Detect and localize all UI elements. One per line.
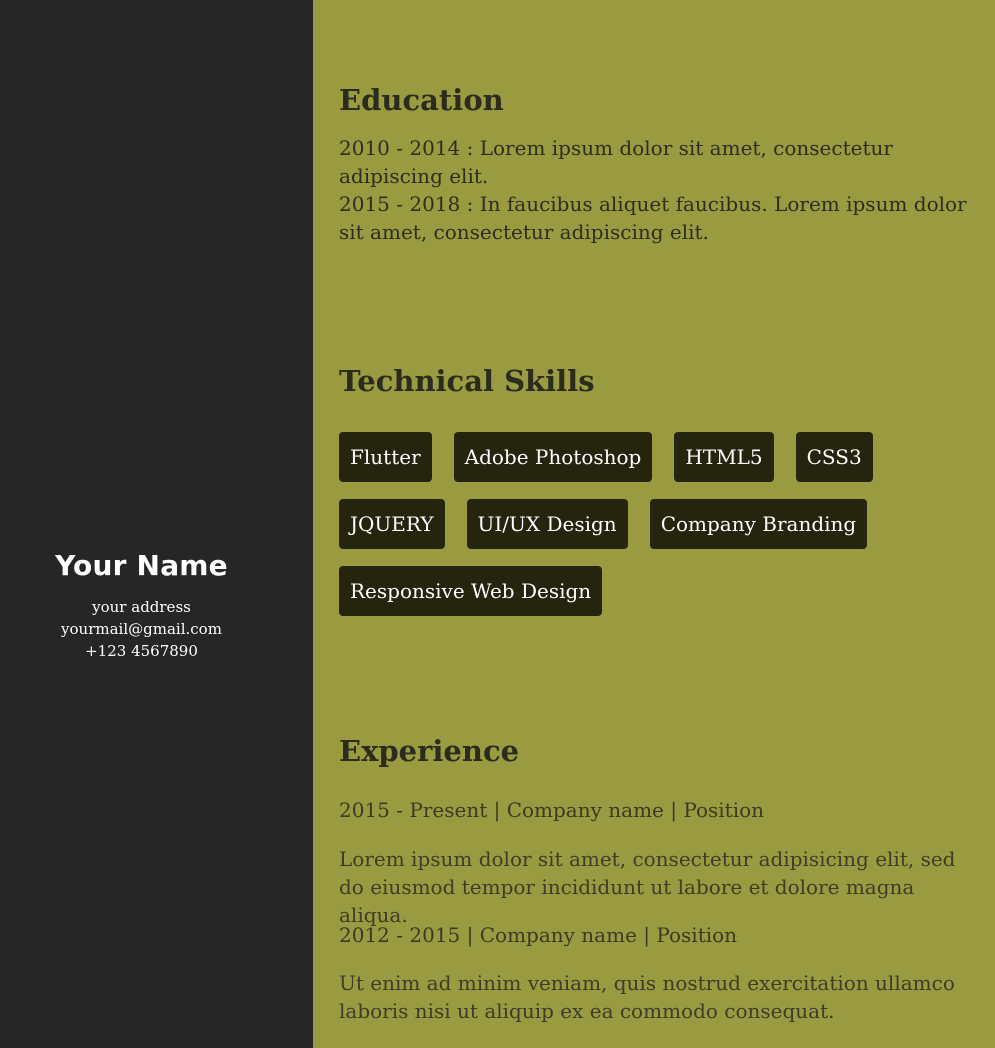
- skills-row: Flutter Adobe Photoshop HTML5 CSS3: [339, 432, 959, 482]
- education-entry: 2010 - 2014 : Lorem ipsum dolor sit amet…: [339, 136, 893, 188]
- profile-email: yourmail@gmail.com: [61, 620, 222, 638]
- profile-phone: +123 4567890: [85, 642, 198, 660]
- skills-row: Responsive Web Design: [339, 566, 959, 616]
- experience-heading: 2015 - Present | Company name | Position: [339, 798, 765, 822]
- skill-tag-responsive-web-design: Responsive Web Design: [339, 566, 603, 616]
- profile-card: Your Name your address yourmail@gmail.co…: [0, 546, 283, 662]
- profile-address: your address: [92, 598, 191, 616]
- skill-tag-ui-ux-design: UI/UX Design: [466, 499, 628, 549]
- skill-tag-adobe-photoshop: Adobe Photoshop: [453, 432, 653, 482]
- sidebar: Your Name your address yourmail@gmail.co…: [0, 0, 313, 1048]
- main-content: Education 2010 - 2014 : Lorem ipsum dolo…: [313, 0, 995, 1048]
- skill-tag-jquery: JQUERY: [339, 499, 445, 549]
- experience-title: Experience: [339, 734, 520, 768]
- experience-heading: 2012 - 2015 | Company name | Position: [339, 923, 738, 947]
- skill-tag-css3: CSS3: [795, 432, 873, 482]
- education-entry: 2015 - 2018 : In faucibus aliquet faucib…: [339, 192, 967, 244]
- resume-page: Your Name your address yourmail@gmail.co…: [0, 0, 995, 1048]
- experience-description: Lorem ipsum dolor sit amet, consectetur …: [339, 847, 956, 927]
- profile-name: Your Name: [55, 549, 228, 582]
- education-title: Education: [339, 83, 504, 117]
- skills-row: JQUERY UI/UX Design Company Branding: [339, 499, 959, 549]
- skills-list: Flutter Adobe Photoshop HTML5 CSS3 JQUER…: [339, 432, 959, 633]
- skill-tag-flutter: Flutter: [339, 432, 432, 482]
- skill-tag-html5: HTML5: [674, 432, 774, 482]
- education-list: 2010 - 2014 : Lorem ipsum dolor sit amet…: [339, 134, 969, 246]
- skill-tag-company-branding: Company Branding: [649, 499, 868, 549]
- experience-description: Ut enim ad minim veniam, quis nostrud ex…: [339, 971, 955, 1023]
- skills-title: Technical Skills: [339, 364, 595, 398]
